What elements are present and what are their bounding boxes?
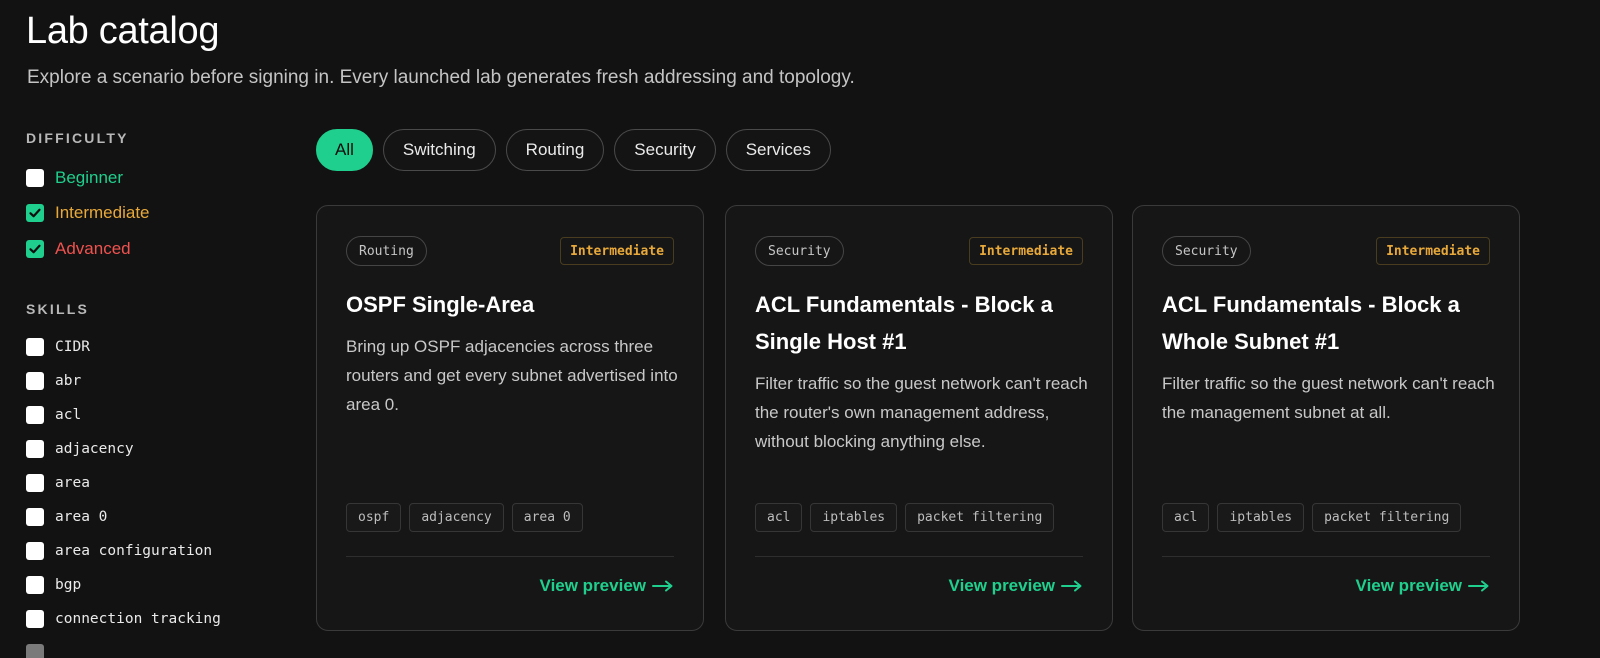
skill-checkbox[interactable] (26, 406, 44, 424)
skill-option[interactable]: area 0 (26, 508, 107, 526)
skill-tag: iptables (810, 503, 898, 532)
tag-list: acl iptables packet filtering (1162, 503, 1462, 532)
skill-label: bgp (55, 577, 82, 593)
skill-option[interactable]: adjacency (26, 440, 134, 458)
difficulty-label: Beginner (55, 168, 124, 187)
skill-checkbox[interactable] (26, 338, 44, 356)
skill-checkbox[interactable] (26, 610, 44, 628)
tab-security[interactable]: Security (614, 129, 716, 171)
tag-list: acl iptables packet filtering (755, 503, 1055, 532)
difficulty-badge: Intermediate (560, 237, 674, 265)
card-description: Bring up OSPF adjacencies across three r… (346, 337, 678, 414)
card-title: OSPF Single-Area (346, 292, 535, 317)
lab-card[interactable]: Routing Intermediate OSPF Single-Area Br… (316, 205, 704, 631)
skill-checkbox[interactable] (26, 508, 44, 526)
view-preview-label: View preview (539, 576, 646, 595)
view-preview-link[interactable]: View preview (540, 576, 674, 596)
difficulty-heading: DIFFICULTY (26, 130, 129, 146)
skill-checkbox[interactable] (26, 372, 44, 390)
skill-tag: ospf (346, 503, 402, 532)
arrow-right-icon (1061, 580, 1082, 592)
difficulty-label: Advanced (55, 239, 131, 258)
card-title: ACL Fundamentals - Block a Whole Subnet … (1162, 292, 1460, 354)
category-badge: Security (1162, 236, 1251, 266)
category-badge: Security (755, 236, 844, 266)
skill-option[interactable]: CIDR (26, 338, 90, 356)
skill-checkbox[interactable] (26, 576, 44, 594)
skill-tag: acl (755, 503, 803, 532)
skill-checkbox-partial[interactable] (26, 644, 44, 658)
tab-routing[interactable]: Routing (505, 129, 605, 171)
skill-checkbox[interactable] (26, 474, 44, 492)
tab-switching[interactable]: Switching (382, 129, 496, 171)
skill-tag: area 0 (511, 503, 583, 532)
skill-label: abr (55, 373, 82, 389)
category-filter-tabs: All Switching Routing Security Services (316, 129, 831, 171)
difficulty-badge: Intermediate (1376, 237, 1490, 265)
difficulty-option-intermediate[interactable]: Intermediate (26, 203, 150, 223)
lab-card[interactable]: Security Intermediate ACL Fundamentals -… (725, 205, 1113, 631)
arrow-right-icon (652, 580, 673, 592)
advanced-checkbox[interactable] (26, 240, 44, 258)
skill-tag: adjacency (409, 503, 504, 532)
skill-label: connection tracking (55, 611, 221, 627)
card-title: ACL Fundamentals - Block a Single Host #… (755, 292, 1053, 354)
beginner-checkbox[interactable] (26, 169, 44, 187)
card-divider (1162, 556, 1490, 557)
skill-tag: acl (1162, 503, 1210, 532)
card-divider (346, 556, 674, 557)
view-preview-label: View preview (948, 576, 1055, 595)
skill-option[interactable]: connection tracking (26, 610, 221, 628)
view-preview-link[interactable]: View preview (949, 576, 1083, 596)
skill-option[interactable]: area (26, 474, 90, 492)
card-divider (755, 556, 1083, 557)
skill-label: area (55, 475, 90, 491)
difficulty-label: Intermediate (55, 203, 150, 222)
checkmark-icon (29, 244, 41, 254)
skill-option[interactable]: abr (26, 372, 81, 390)
category-badge: Routing (346, 236, 427, 266)
skill-label: area configuration (55, 543, 213, 559)
difficulty-badge: Intermediate (969, 237, 1083, 265)
page-title: Lab catalog (26, 10, 220, 52)
skill-label: adjacency (55, 441, 134, 457)
tag-list: ospf adjacency area 0 (346, 503, 583, 532)
skill-checkbox[interactable] (26, 542, 44, 560)
card-description: Filter traffic so the guest network can'… (755, 374, 1088, 451)
tab-services[interactable]: Services (725, 129, 831, 171)
skill-tag: packet filtering (1312, 503, 1462, 532)
skill-option[interactable]: area configuration (26, 542, 212, 560)
skill-label: CIDR (55, 339, 90, 355)
tab-all[interactable]: All (316, 129, 373, 171)
skills-heading: SKILLS (26, 301, 89, 317)
skill-label: acl (55, 407, 82, 423)
skill-option[interactable]: bgp (26, 576, 81, 594)
skill-checkbox[interactable] (26, 440, 44, 458)
view-preview-link[interactable]: View preview (1356, 576, 1490, 596)
checkmark-icon (29, 208, 41, 218)
skill-label: area 0 (55, 509, 108, 525)
arrow-right-icon (1468, 580, 1489, 592)
skill-option[interactable]: acl (26, 406, 81, 424)
card-description: Filter traffic so the guest network can'… (1162, 374, 1495, 422)
skill-tag: iptables (1217, 503, 1305, 532)
difficulty-option-advanced[interactable]: Advanced (26, 239, 131, 259)
difficulty-option-beginner[interactable]: Beginner (26, 168, 123, 188)
intermediate-checkbox[interactable] (26, 204, 44, 222)
view-preview-label: View preview (1355, 576, 1462, 595)
page-subtitle: Explore a scenario before signing in. Ev… (27, 67, 855, 88)
lab-card[interactable]: Security Intermediate ACL Fundamentals -… (1132, 205, 1520, 631)
skill-tag: packet filtering (905, 503, 1055, 532)
